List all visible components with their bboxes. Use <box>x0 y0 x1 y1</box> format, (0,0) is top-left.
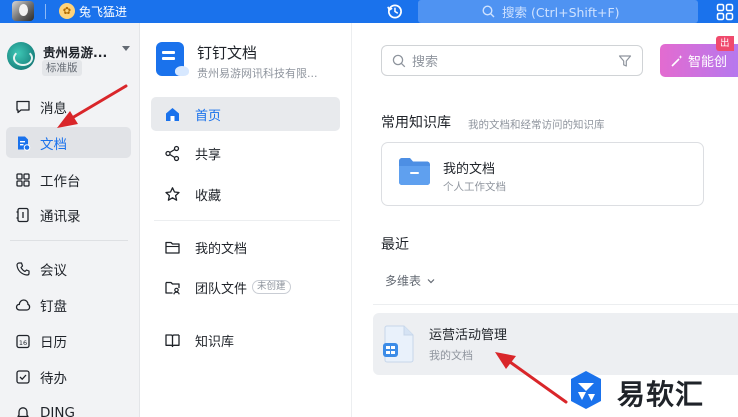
message-icon <box>16 100 30 113</box>
common-kb-hint: 我的文档和经常访问的知识库 <box>468 119 605 131</box>
docs-home-main: 搜索 智能创 出 常用知识库 我的文档和经常访问的知识库 我的文档 个人工作文档… <box>353 23 738 417</box>
nav-item-docs[interactable]: 文档 <box>6 127 131 158</box>
nav-item-label: 工作台 <box>40 173 81 190</box>
home-icon <box>166 107 179 121</box>
filter-icon[interactable] <box>618 54 632 68</box>
global-search-placeholder: 搜索 (Ctrl+Shift+F) <box>502 5 620 20</box>
docs-nav-shared[interactable]: 共享 <box>151 136 340 170</box>
docs-nav-label: 团队文件 <box>195 281 248 297</box>
recent-divider <box>373 304 738 305</box>
rabbit-icon: ✿ <box>59 3 75 19</box>
history-icon[interactable] <box>386 3 403 20</box>
recent-row-location: 我的文档 <box>429 349 473 362</box>
team-folder-icon <box>165 281 180 294</box>
grid-icon <box>16 172 30 187</box>
recent-row-name: 运营活动管理 <box>429 328 508 343</box>
folder-icon <box>399 158 430 185</box>
nav-item-label: 会议 <box>40 262 67 279</box>
nav-item-meeting[interactable]: 会议 <box>6 253 131 284</box>
nav-item-label: 日历 <box>40 334 67 351</box>
org-logo[interactable] <box>7 42 35 70</box>
nav-item-label: DING <box>40 404 75 417</box>
docs-search-placeholder: 搜索 <box>412 55 439 70</box>
nav-item-label: 文档 <box>40 136 67 153</box>
bell-icon <box>17 406 29 417</box>
left-navigation: 贵州易游... 标准版 消息 文档 工作台 通讯录 会议 钉盘 16 日历 待办… <box>0 23 140 417</box>
checkbox-icon <box>16 369 30 384</box>
star-icon <box>165 186 180 201</box>
docs-org-subtitle: 贵州易游网讯科技有限... <box>197 67 318 80</box>
book-icon <box>165 333 180 347</box>
cloud-icon <box>15 298 31 311</box>
nav-item-calendar[interactable]: 16 日历 <box>6 325 131 356</box>
docs-nav-label: 收藏 <box>195 188 222 204</box>
apps-grid-icon[interactable] <box>716 3 734 21</box>
share-icon <box>165 145 180 161</box>
calendar-icon: 16 <box>16 334 30 348</box>
not-created-tag: 未创建 <box>252 280 291 294</box>
nav-item-label: 通讯录 <box>40 208 81 225</box>
nav-item-label: 消息 <box>40 100 67 117</box>
nav-item-contacts[interactable]: 通讯录 <box>6 199 131 230</box>
docs-nav-label: 共享 <box>195 147 222 163</box>
nav-divider <box>10 240 128 241</box>
nav-item-label: 待办 <box>40 370 67 387</box>
ai-badge: 出 <box>716 36 734 51</box>
docs-nav-label: 知识库 <box>195 334 235 350</box>
contacts-icon <box>16 207 29 222</box>
watermark-logo <box>571 371 601 409</box>
search-icon <box>392 54 406 68</box>
folder-icon <box>165 241 180 254</box>
chevron-down-icon <box>427 278 435 283</box>
kb-card-my-docs[interactable]: 我的文档 个人工作文档 <box>381 142 704 206</box>
calendar-day: 16 <box>19 339 27 347</box>
dingtalk-docs-logo <box>156 42 189 76</box>
magic-wand-icon <box>671 54 683 67</box>
workspace-name: 兔飞猛进 <box>79 4 128 19</box>
search-icon <box>482 5 495 18</box>
docs-nav-divider <box>154 220 340 221</box>
user-avatar[interactable] <box>12 1 34 21</box>
bitable-file-icon <box>383 325 414 363</box>
org-dropdown-caret[interactable] <box>122 46 130 51</box>
nav-item-todo[interactable]: 待办 <box>6 361 131 392</box>
docs-title: 钉钉文档 <box>197 44 258 62</box>
nav-item-workbench[interactable]: 工作台 <box>6 164 131 195</box>
kb-card-desc: 个人工作文档 <box>443 181 506 193</box>
kb-card-name: 我的文档 <box>443 162 496 177</box>
nav-item-label: 钉盘 <box>40 298 67 315</box>
common-kb-title: 常用知识库 <box>381 115 451 131</box>
nav-item-messages[interactable]: 消息 <box>6 91 131 122</box>
docs-nav-label: 我的文档 <box>195 241 248 257</box>
recent-type-filter[interactable]: 多维表 <box>385 272 436 289</box>
recent-filter-label: 多维表 <box>385 274 422 288</box>
workspace-switcher[interactable]: ✿ 兔飞猛进 <box>59 2 127 20</box>
watermark-text: 易软汇 <box>617 378 705 411</box>
docs-nav-label: 首页 <box>195 108 222 124</box>
phone-icon <box>16 261 30 276</box>
ai-create-label: 智能创 <box>688 55 728 70</box>
org-name[interactable]: 贵州易游... <box>43 42 107 61</box>
nav-item-ding[interactable]: DING <box>6 397 131 417</box>
docs-nav-my-docs[interactable]: 我的文档 <box>151 230 340 264</box>
org-plan-badge: 标准版 <box>42 60 82 76</box>
global-search-input[interactable]: 搜索 (Ctrl+Shift+F) <box>418 0 698 23</box>
doc-icon <box>18 136 31 151</box>
title-bar: ✿ 兔飞猛进 搜索 (Ctrl+Shift+F) <box>0 0 738 23</box>
docs-nav-home[interactable]: 首页 <box>151 97 340 131</box>
docs-nav-team-files[interactable]: 团队文件 未创建 <box>151 270 340 304</box>
recent-title: 最近 <box>381 237 409 253</box>
docs-sidebar: 钉钉文档 贵州易游网讯科技有限... 首页 共享 收藏 我的文档 团队文件 未创… <box>140 23 352 417</box>
docs-nav-favorites[interactable]: 收藏 <box>151 177 340 211</box>
nav-item-drive[interactable]: 钉盘 <box>6 289 131 320</box>
docs-search-input[interactable]: 搜索 <box>381 45 643 76</box>
title-divider <box>45 4 46 19</box>
watermark: 易软汇 <box>569 364 738 417</box>
docs-nav-knowledge-base[interactable]: 知识库 <box>151 323 340 357</box>
